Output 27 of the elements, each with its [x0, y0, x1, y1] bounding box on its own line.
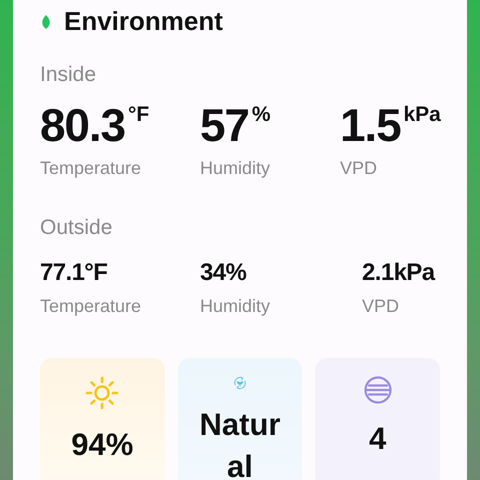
- status-tile[interactable]: 4: [315, 358, 440, 480]
- status-tile[interactable]: Natural: [178, 358, 302, 480]
- metric-unit: %: [252, 102, 271, 128]
- group-heading: Outside: [40, 214, 114, 240]
- metric-label: Humidity: [200, 295, 272, 318]
- metric-label: VPD: [362, 295, 400, 318]
- metric-value: 2.1kPa: [362, 258, 436, 288]
- sun-icon: [85, 376, 120, 410]
- metric-unit: kPa: [404, 102, 441, 128]
- tile-value: 94%: [70, 426, 134, 464]
- tile-value: 4: [368, 420, 388, 458]
- metric-label: VPD: [340, 156, 378, 180]
- metric-label: Temperature: [40, 156, 142, 180]
- leaf-icon: [40, 14, 52, 30]
- metric-value: 34%: [200, 258, 248, 288]
- section-title: Environment: [64, 5, 223, 38]
- metric-label: Temperature: [40, 295, 142, 318]
- metric-value: 80.3: [40, 98, 125, 152]
- lines-circle-icon: [364, 376, 392, 404]
- metric-value: 77.1°F: [40, 258, 108, 288]
- group-heading: Inside: [40, 62, 98, 88]
- metric-unit: °F: [128, 102, 150, 128]
- tile-value: Natural: [198, 406, 282, 480]
- metric-label: Humidity: [200, 156, 272, 180]
- status-tile[interactable]: 94%: [40, 358, 165, 480]
- metric-value: 1.5: [340, 98, 400, 152]
- metric-value: 57: [200, 98, 249, 152]
